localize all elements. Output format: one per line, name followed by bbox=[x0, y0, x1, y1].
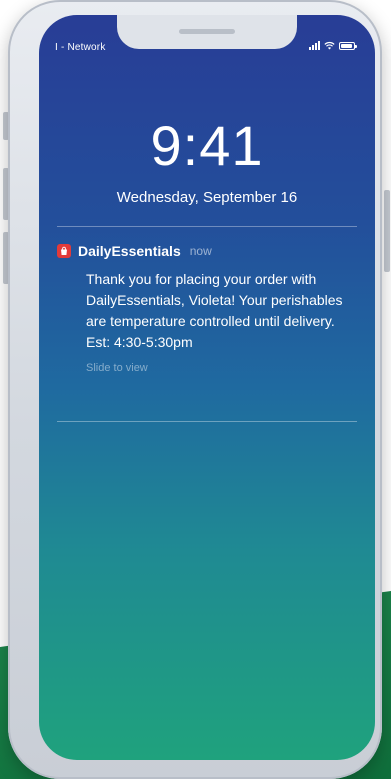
notch bbox=[117, 15, 297, 49]
power-button bbox=[384, 190, 390, 272]
notification-app-name: DailyEssentials bbox=[78, 243, 181, 259]
shopping-bag-icon bbox=[57, 244, 71, 258]
phone-frame: I - Network 9:41 Wednesday, September 16 bbox=[8, 0, 382, 779]
slide-to-view-hint: Slide to view bbox=[86, 362, 148, 374]
notification-message: Thank you for placing your order with Da… bbox=[86, 271, 343, 350]
notification-card[interactable]: DailyEssentials now Thank you for placin… bbox=[57, 243, 357, 374]
lock-time: 9:41 bbox=[150, 114, 264, 177]
carrier-label: I - Network bbox=[55, 42, 106, 53]
notification-header: DailyEssentials now bbox=[57, 243, 357, 259]
lock-screen[interactable]: I - Network 9:41 Wednesday, September 16 bbox=[39, 15, 375, 760]
lock-date: Wednesday, September 16 bbox=[116, 189, 298, 206]
notification-time: now bbox=[189, 244, 212, 258]
signal-icon bbox=[309, 41, 320, 50]
speaker-grille bbox=[179, 29, 235, 34]
divider-bottom bbox=[57, 421, 357, 422]
wifi-icon bbox=[324, 41, 335, 50]
status-icons bbox=[309, 41, 357, 50]
battery-icon bbox=[339, 41, 357, 50]
divider-top bbox=[57, 226, 357, 227]
